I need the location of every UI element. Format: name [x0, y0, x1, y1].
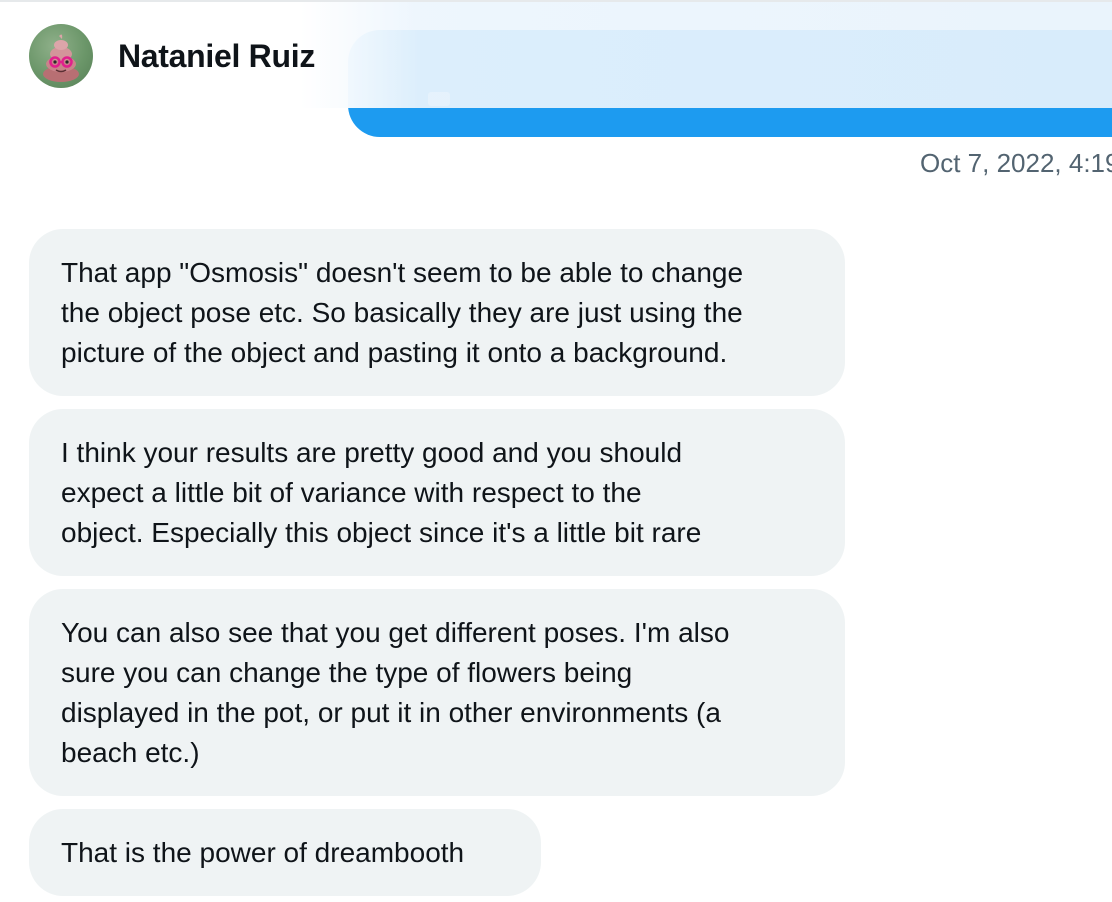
message-text-line: object. Especially this object since it'…: [61, 517, 702, 548]
contact-name[interactable]: Nataniel Ruiz: [118, 38, 315, 75]
dm-conversation-view: Nataniel Ruiz Oct 7, 2022, 4:19 That app…: [0, 0, 1112, 902]
message-text-line: expect a little bit of variance with res…: [61, 477, 642, 508]
message-text-line: That is the power of dreambooth: [61, 837, 465, 868]
message-text-line: the object pose etc. So basically they a…: [61, 297, 743, 328]
message-timestamp: Oct 7, 2022, 4:19: [920, 148, 1112, 178]
message-text-line: That app "Osmosis" doesn't seem to be ab…: [61, 257, 744, 288]
pile-of-poo-with-glasses-avatar-icon: [43, 34, 79, 82]
avatar[interactable]: [29, 24, 93, 88]
message-text-line: You can also see that you get different …: [61, 617, 730, 648]
message-text-line: picture of the object and pasting it ont…: [61, 337, 728, 368]
conversation-header: Nataniel Ruiz: [0, 2, 1112, 108]
received-message-bubble[interactable]: That app "Osmosis" doesn't seem to be ab…: [29, 229, 845, 396]
received-message-bubble[interactable]: You can also see that you get different …: [29, 589, 845, 796]
message-text-line: beach etc.): [61, 737, 200, 768]
received-message-bubble[interactable]: That is the power of dreambooth: [29, 809, 541, 896]
message-text-line: displayed in the pot, or put it in other…: [61, 697, 721, 728]
message-text-line: I think your results are pretty good and…: [61, 437, 683, 468]
message-text-line: sure you can change the type of flowers …: [61, 657, 633, 688]
received-message-bubble[interactable]: I think your results are pretty good and…: [29, 409, 845, 576]
